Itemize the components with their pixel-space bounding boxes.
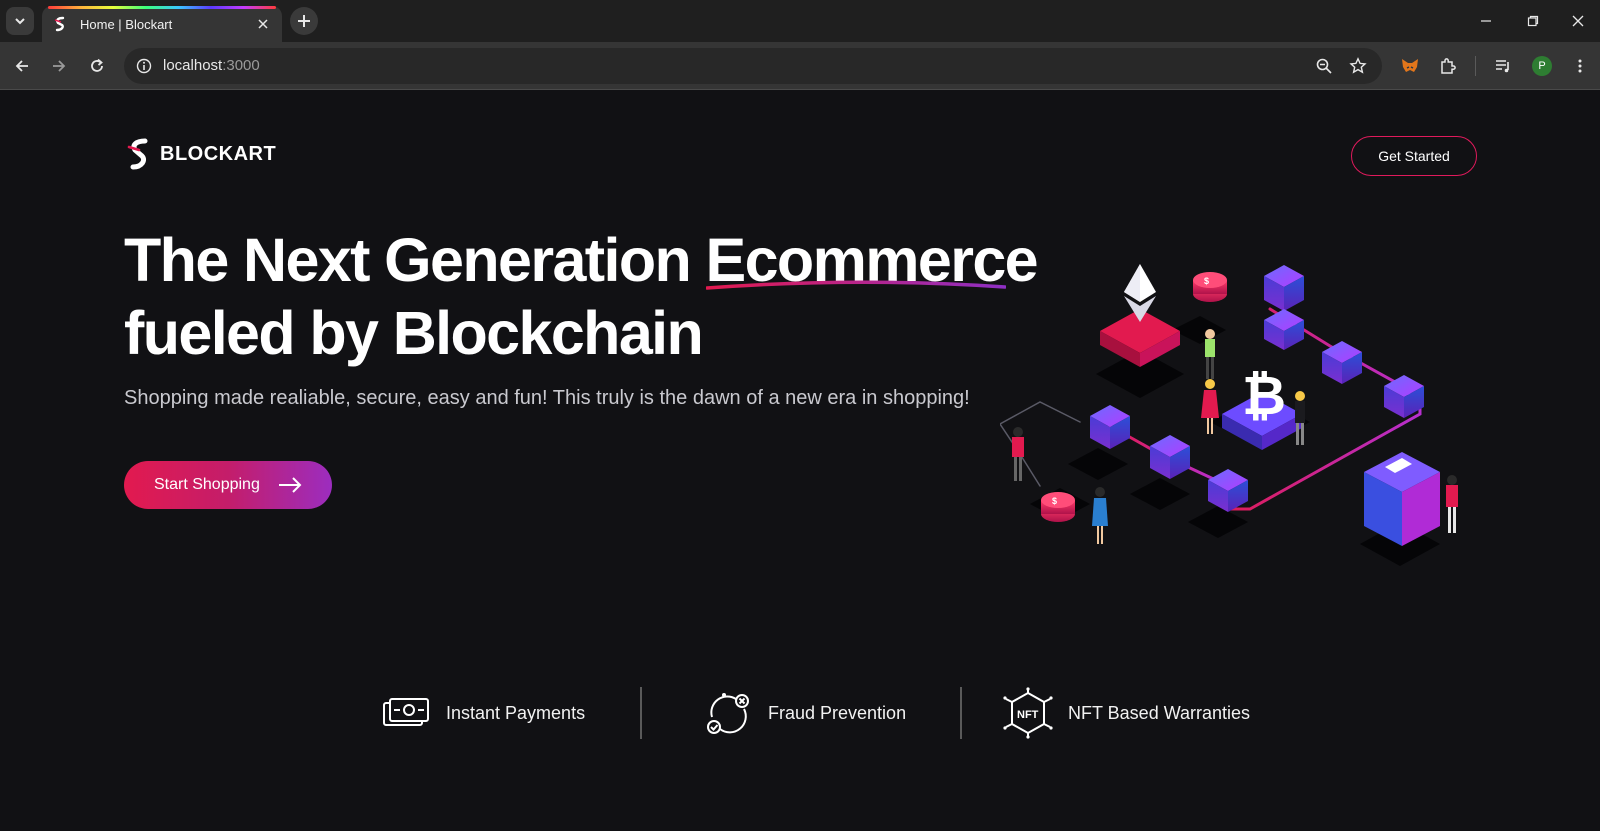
svg-text:NFT: NFT — [1017, 709, 1039, 721]
feature-label: NFT Based Warranties — [1068, 702, 1251, 723]
plus-icon — [298, 15, 310, 27]
url-host: localhost — [163, 57, 223, 74]
address-bar[interactable]: localhost:3000 — [124, 48, 1382, 84]
blockchain-isometric-illustration: $ $ ₿ — [1000, 264, 1458, 566]
feature-nft-warranties: NFT NFT Based Warranties — [1002, 681, 1250, 745]
arrow-right-icon — [279, 477, 302, 493]
svg-text:$: $ — [1204, 276, 1209, 286]
extensions-button[interactable] — [1434, 52, 1462, 80]
feature-divider — [640, 687, 642, 739]
playlist-icon — [1496, 60, 1509, 73]
metamask-fox-icon — [1402, 59, 1418, 72]
restore-icon — [1527, 15, 1539, 27]
info-icon — [136, 58, 152, 74]
bitcoin-platform: ₿ — [1222, 366, 1302, 450]
tab-rainbow-strip — [48, 6, 276, 9]
close-icon — [258, 19, 268, 29]
feature-divider — [960, 687, 962, 739]
toolbar-separator — [1475, 56, 1476, 76]
feature-instant-payments: Instant Payments — [380, 681, 585, 745]
start-shopping-button[interactable]: Start Shopping — [124, 461, 332, 509]
headline-highlight-wrap: Ecommerce — [705, 224, 1039, 297]
start-shopping-label: Start Shopping — [154, 476, 260, 493]
minimize-icon — [1481, 20, 1491, 22]
restore-button[interactable] — [1522, 10, 1544, 32]
hero-subtitle: Shopping made realiable, secure, easy an… — [124, 387, 970, 409]
profile-avatar[interactable]: P — [1532, 56, 1552, 76]
browser-tab-active[interactable]: Home | Blockart — [42, 6, 282, 42]
blockart-logo-icon — [127, 138, 148, 170]
feature-label: Fraud Prevention — [768, 702, 907, 723]
tab-title: Home | Blockart — [80, 16, 173, 32]
tab-search-button[interactable] — [6, 7, 34, 35]
bitcoin-icon: ₿ — [1242, 366, 1286, 426]
zoom-button[interactable] — [1312, 54, 1336, 78]
coin-bottom: $ — [1041, 492, 1075, 522]
hero-headline: The Next Generation Ecommerce fueled by … — [124, 224, 1039, 370]
browser-menu-button[interactable] — [1566, 52, 1594, 80]
close-icon — [1572, 15, 1584, 27]
headline-part1: The Next Generation — [124, 226, 706, 294]
back-button[interactable] — [8, 52, 36, 80]
cash-payment-icon — [383, 698, 429, 726]
feature-fraud-prevention: Fraud Prevention — [702, 681, 906, 745]
chevron-down-icon — [15, 18, 25, 25]
ethereum-block — [1100, 264, 1180, 367]
nft-badge-icon: NFT — [1003, 687, 1053, 739]
headline-line2: fueled by Blockchain — [124, 299, 704, 367]
url-text: localhost:3000 — [163, 57, 260, 74]
reload-button[interactable] — [83, 52, 111, 80]
tab-close-button[interactable] — [254, 15, 272, 33]
get-started-button[interactable]: Get Started — [1351, 136, 1477, 176]
site-info-button[interactable] — [132, 54, 156, 78]
reload-icon — [91, 58, 103, 72]
url-port: :3000 — [222, 57, 260, 74]
feature-label: Instant Payments — [446, 702, 586, 723]
media-control-button[interactable] — [1489, 52, 1517, 80]
atm-machine — [1364, 452, 1440, 546]
browser-toolbar: localhost:3000 P — [0, 42, 1600, 90]
minimize-button[interactable] — [1475, 10, 1497, 32]
coin-top: $ — [1193, 272, 1227, 302]
arrow-left-icon — [15, 60, 28, 72]
browser-tabstrip: Home | Blockart — [0, 0, 1600, 42]
svg-text:$: $ — [1052, 496, 1057, 506]
bookmark-button[interactable] — [1346, 54, 1370, 78]
window-close-button[interactable] — [1567, 10, 1589, 32]
arrow-right-icon — [53, 60, 66, 72]
forward-button[interactable] — [45, 52, 73, 80]
blockart-favicon-icon — [54, 16, 65, 32]
fraud-shield-icon — [707, 693, 749, 734]
page-content: BLOCKART Get Started The Next Generation… — [0, 91, 1600, 831]
more-vertical-icon — [1578, 59, 1582, 73]
new-tab-button[interactable] — [290, 7, 318, 35]
logo-text: BLOCKART — [160, 142, 277, 165]
star-icon — [1349, 57, 1367, 74]
zoom-out-icon — [1316, 58, 1332, 74]
features-strip: Instant Payments Fraud Prevention NFT NF… — [0, 681, 1600, 745]
puzzle-icon — [1441, 58, 1456, 74]
metamask-extension-button[interactable] — [1396, 52, 1424, 80]
highlight-underline — [705, 280, 1006, 290]
site-logo[interactable]: BLOCKART — [126, 138, 276, 170]
